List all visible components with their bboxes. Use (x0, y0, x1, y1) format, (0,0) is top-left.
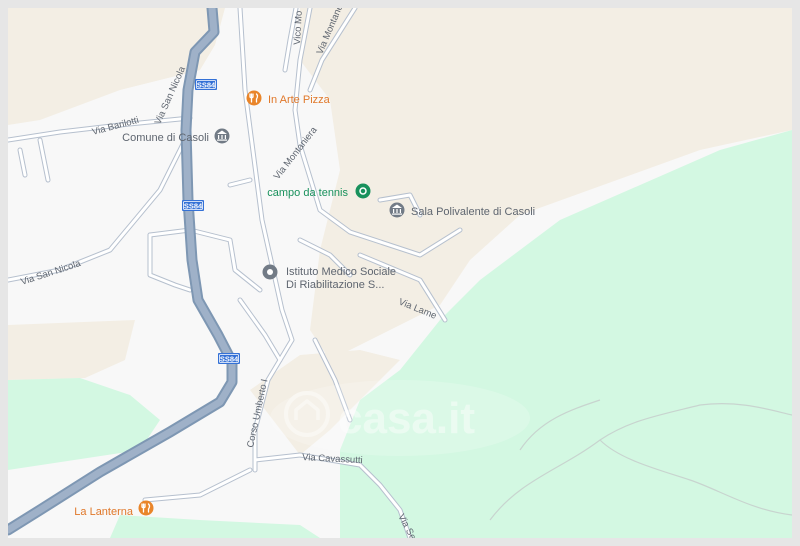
street-label-vico-mo: Vico Mo (292, 10, 305, 45)
poi-istituto-medico[interactable]: Istituto Medico Sociale Di Riabilitazion… (262, 264, 397, 292)
watermark: casa.it (270, 380, 530, 456)
green-area-southwest (110, 515, 320, 538)
poi-label: campo da tennis (267, 187, 348, 199)
poi-label-line2: Di Riabilitazione S... (286, 279, 384, 291)
poi-label: In Arte Pizza (268, 94, 331, 106)
watermark-text: casa.it (338, 394, 475, 443)
svg-text:SS84: SS84 (220, 355, 239, 364)
road-shield-2: SS84 (182, 200, 204, 211)
map-viewport[interactable]: SS84 SS84 SS84 Vico Mo Via Montanera Via… (8, 8, 792, 538)
street-label-via-cavassutti: Via Cavassutti (302, 452, 363, 466)
poi-comune-di-casoli[interactable]: Comune di Casoli (122, 128, 230, 145)
svg-text:SS84: SS84 (197, 81, 216, 90)
poi-label: La Lanterna (74, 506, 134, 518)
poi-label: Sala Polivalente di Casoli (411, 206, 535, 218)
map-canvas: SS84 SS84 SS84 Vico Mo Via Montanera Via… (8, 8, 792, 538)
road-shield-3: SS84 (218, 353, 240, 364)
road-shield-1: SS84 (195, 79, 217, 90)
street-label-corso-umberto: Corso Umberto I (245, 378, 270, 448)
street-label-via-san-nicola-left: Via San Nicola (20, 258, 83, 288)
poi-la-lanterna[interactable]: La Lanterna (74, 500, 154, 519)
svg-text:SS84: SS84 (184, 202, 203, 211)
poi-label-line1: Istituto Medico Sociale (286, 266, 396, 278)
poi-in-arte-pizza[interactable]: In Arte Pizza (246, 90, 331, 107)
map-frame: SS84 SS84 SS84 Vico Mo Via Montanera Via… (0, 0, 800, 546)
poi-label: Comune di Casoli (122, 132, 209, 144)
pin-icon (267, 269, 273, 275)
sand-area-midleft (8, 320, 135, 380)
